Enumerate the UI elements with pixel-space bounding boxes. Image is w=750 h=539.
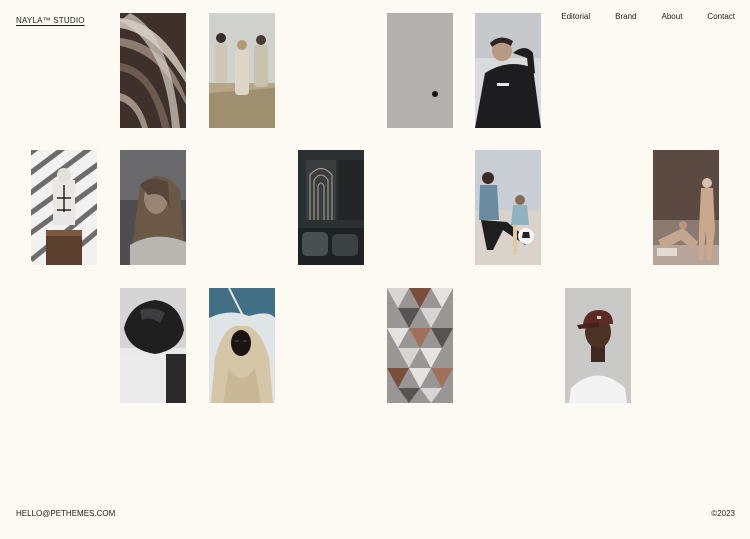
man-red-cap-image xyxy=(565,288,631,403)
copyright-text: ©2023 xyxy=(711,509,735,518)
woman-portrait-image xyxy=(120,150,186,265)
nav-contact[interactable]: Contact xyxy=(707,12,735,21)
gallery-image-three-people-field[interactable] xyxy=(209,13,275,128)
grey-wall-image xyxy=(387,13,453,128)
soccer-players-image xyxy=(475,150,541,265)
three-people-field-image xyxy=(209,13,275,128)
gallery-image-woman-portrait[interactable] xyxy=(120,150,186,265)
gallery-image-man-red-cap[interactable] xyxy=(565,288,631,403)
masked-figure-image xyxy=(209,288,275,403)
striped-statue-image xyxy=(31,150,97,265)
gallery-image-striped-statue[interactable] xyxy=(31,150,97,265)
two-men-posing-image xyxy=(653,150,719,265)
gallery-image-masked-figure[interactable] xyxy=(209,288,275,403)
gallery-image-spiral-staircase[interactable] xyxy=(120,13,186,128)
geometric-pattern-image xyxy=(387,288,453,403)
black-rock-image xyxy=(120,288,186,403)
dark-interior-image xyxy=(298,150,364,265)
gallery-image-grey-wall[interactable] xyxy=(387,13,453,128)
nav-about[interactable]: About xyxy=(662,12,683,21)
brand-logo[interactable]: NAYLA™ STUDIO xyxy=(16,16,85,25)
gallery-image-soccer-players[interactable] xyxy=(475,150,541,265)
nav-brand[interactable]: Brand xyxy=(615,12,636,21)
gallery-image-black-rock[interactable] xyxy=(120,288,186,403)
contact-email-link[interactable]: HELLO@PETHEMES.COM xyxy=(16,509,115,518)
nav-editorial[interactable]: Editorial xyxy=(561,12,590,21)
spiral-staircase-image xyxy=(120,13,186,128)
man-hoodie-image xyxy=(475,13,541,128)
gallery-image-geometric-pattern[interactable] xyxy=(387,288,453,403)
gallery-image-dark-interior[interactable] xyxy=(298,150,364,265)
gallery-image-man-hoodie[interactable] xyxy=(475,13,541,128)
gallery-image-two-men-posing[interactable] xyxy=(653,150,719,265)
main-nav: Editorial Brand About Contact xyxy=(536,12,735,21)
